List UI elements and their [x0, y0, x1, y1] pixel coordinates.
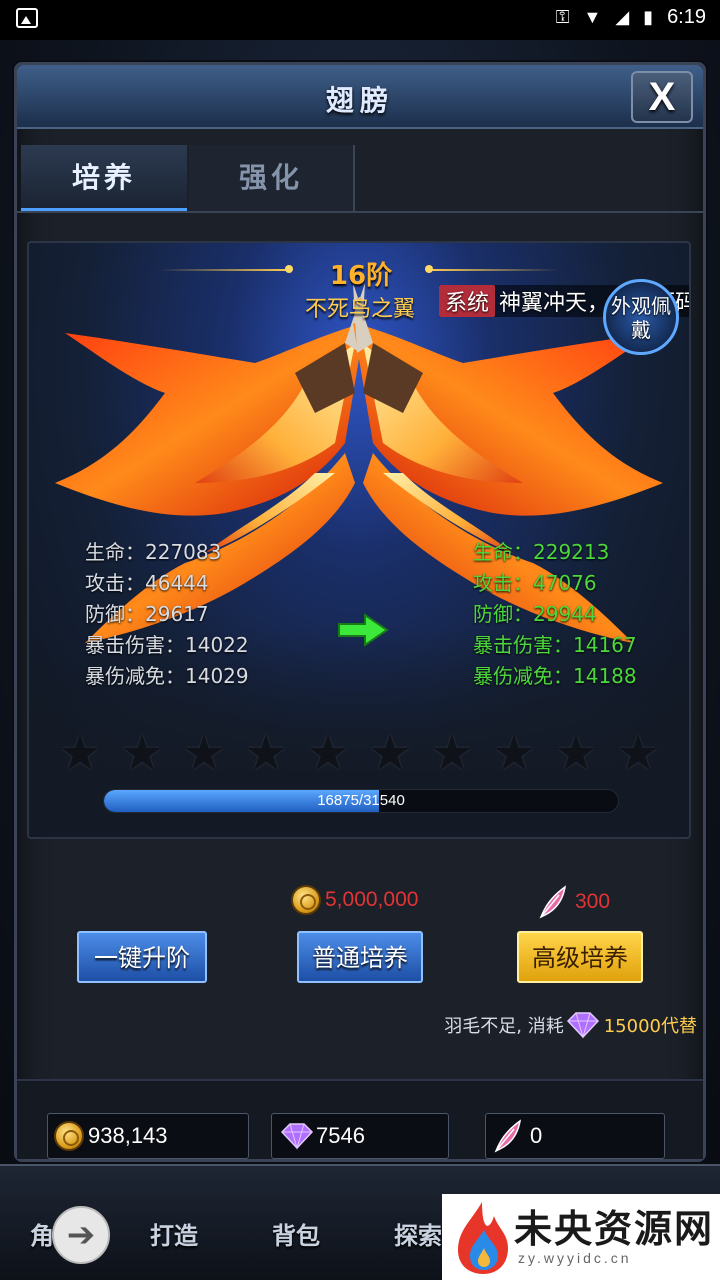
tab-divider	[17, 211, 703, 213]
feather-shortage-note: 羽毛不足, 消耗 15000代替	[444, 1011, 697, 1039]
advanced-cost: 300	[537, 885, 610, 919]
signal-icon: ◢	[615, 7, 630, 27]
window-title: 翅膀	[325, 84, 394, 117]
advanced-cultivate-button[interactable]: 高级培养	[517, 931, 643, 983]
close-button[interactable]: X	[631, 71, 693, 123]
stat-hp-current: 生命：227083	[85, 540, 222, 564]
feather-icon	[494, 1119, 522, 1153]
watermark-title: 未央资源网	[514, 1207, 715, 1251]
back-arrow-button[interactable]: ➔	[52, 1206, 110, 1264]
star-icon: ★	[615, 724, 661, 782]
one-key-upgrade-button[interactable]: 一键升阶	[77, 931, 207, 983]
image-icon	[16, 8, 38, 28]
star-icon: ★	[305, 724, 351, 782]
stat-crit-reduction-current: 暴伤减免：14029	[85, 664, 249, 688]
feather-resource: 0	[485, 1113, 665, 1159]
watermark: 未央资源网 zy.wyyidc.cn	[442, 1194, 720, 1280]
star-icon: ★	[429, 724, 475, 782]
note-amount: 15000代替	[603, 1016, 697, 1037]
gem-amount: 7546	[316, 1123, 365, 1148]
gold-coin-icon	[54, 1121, 84, 1151]
title-bar: 翅膀 X	[17, 65, 703, 129]
status-icons: ⚿ ▼ ◢ ▮ 6:19	[556, 6, 706, 29]
nav-item-bag[interactable]: 背包	[272, 1216, 320, 1251]
stat-crit-damage-next: 暴击伤害：14167	[473, 633, 637, 657]
stat-defense-next: 防御：29944	[473, 602, 597, 626]
nav-item-character[interactable]: 角	[30, 1216, 54, 1251]
normal-cost-value: 5,000,000	[325, 888, 419, 911]
key-icon: ⚿	[555, 7, 570, 27]
nav-item-explore[interactable]: 探索	[394, 1216, 442, 1251]
star-icon: ★	[57, 724, 103, 782]
star-rating: ★ ★ ★ ★ ★ ★ ★ ★ ★ ★	[55, 724, 665, 782]
feather-icon	[539, 885, 567, 919]
system-tag: 系统	[439, 285, 496, 317]
star-icon: ★	[243, 724, 289, 782]
normal-cost: 5,000,000	[291, 885, 418, 915]
stat-attack-current: 攻击：46444	[85, 571, 209, 595]
gem-icon	[280, 1123, 314, 1150]
stat-hp-next: 生命：229213	[473, 540, 610, 564]
stats-current: 生命：227083 攻击：46444 防御：29617 暴击伤害：14022 暴…	[85, 537, 249, 692]
gem-icon	[566, 1012, 599, 1039]
stats-next: 生命：229213 攻击：47076 防御：29944 暴击伤害：14167 暴…	[473, 537, 637, 692]
tab-bar: 培养 强化	[21, 145, 701, 213]
stat-attack-next: 攻击：47076	[473, 571, 597, 595]
resource-bar: 938,143 7546 0	[17, 1079, 703, 1159]
watermark-url: zy.wyyidc.cn	[518, 1250, 632, 1266]
battery-icon: ▮	[643, 7, 654, 27]
star-icon: ★	[491, 724, 537, 782]
star-icon: ★	[367, 724, 413, 782]
progress-text: 16875/31540	[317, 792, 405, 809]
gold-amount: 938,143	[88, 1123, 168, 1148]
wing-name: 不死鸟之翼	[305, 297, 416, 322]
outfit-wear-button[interactable]: 外观佩戴	[603, 279, 679, 355]
stat-crit-damage-current: 暴击伤害：14022	[85, 633, 249, 657]
status-time: 6:19	[667, 6, 706, 28]
normal-cultivate-button[interactable]: 普通培养	[297, 931, 423, 983]
wing-display: 16阶 不死鸟之翼 系统 神翼冲天，手游源码 外观佩戴 生命：227083 攻击：…	[27, 241, 691, 839]
stat-defense-current: 防御：29617	[85, 602, 209, 626]
star-icon: ★	[119, 724, 165, 782]
upgrade-arrow-icon	[338, 613, 389, 647]
advanced-cost-value: 300	[575, 890, 611, 913]
note-text: 羽毛不足, 消耗	[444, 1016, 564, 1037]
gold-resource: 938,143	[47, 1113, 249, 1159]
status-bar: ⚿ ▼ ◢ ▮ 6:19	[0, 0, 720, 40]
tab-enhance[interactable]: 强化	[189, 145, 355, 211]
flame-logo-icon	[458, 1202, 508, 1274]
progress-bar: 16875/31540	[103, 789, 619, 813]
feather-amount: 0	[530, 1123, 543, 1148]
stat-crit-reduction-next: 暴伤减免：14188	[473, 664, 637, 688]
tab-cultivate[interactable]: 培养	[21, 145, 187, 211]
star-icon: ★	[181, 724, 227, 782]
star-icon: ★	[553, 724, 599, 782]
wifi-icon: ▼	[583, 7, 602, 27]
gem-resource: 7546	[271, 1113, 449, 1159]
gold-coin-icon	[291, 885, 321, 915]
wing-panel: 翅膀 X 培养 强化 16阶 不死鸟之翼 系统 神翼冲天，手游源码 外观佩戴 生…	[14, 62, 706, 1162]
nav-item-forge[interactable]: 打造	[150, 1216, 198, 1251]
